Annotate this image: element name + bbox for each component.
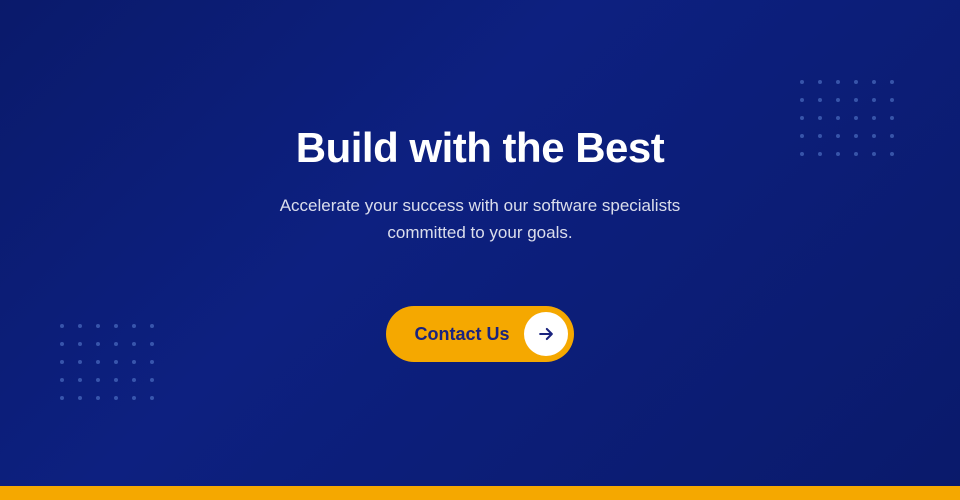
dots-top-right [800, 80, 900, 162]
dots-bottom-left [60, 324, 160, 406]
page-title: Build with the Best [296, 124, 665, 172]
page-wrapper: Build with the Best Accelerate your succ… [0, 0, 960, 500]
contact-us-button[interactable]: Contact Us [386, 306, 573, 362]
hero-section: Build with the Best Accelerate your succ… [0, 0, 960, 486]
arrow-icon [524, 312, 568, 356]
bottom-bar [0, 486, 960, 500]
contact-us-label: Contact Us [414, 324, 509, 345]
hero-subtitle: Accelerate your success with our softwar… [240, 192, 720, 246]
